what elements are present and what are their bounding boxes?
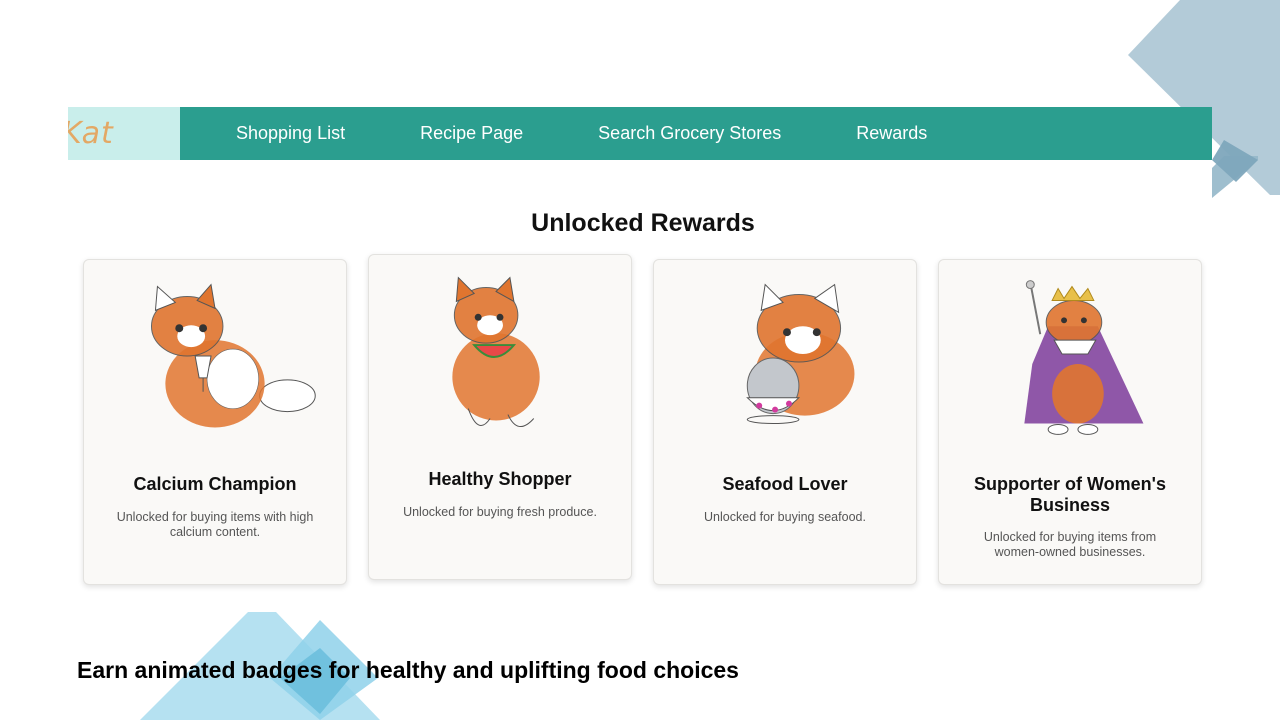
cat-with-milk-glass-icon xyxy=(150,283,316,428)
nav-item-rewards[interactable]: Rewards xyxy=(856,123,927,144)
top-navigation-bar: Kat Shopping List Recipe Page Search Gro… xyxy=(68,107,1212,160)
cat-queen-with-crown-icon xyxy=(1024,280,1144,435)
card-title: Supporter of Women's Business xyxy=(974,474,1166,515)
cat-with-watermelon-icon xyxy=(452,276,540,427)
caption: Earn animated badges for healthy and upl… xyxy=(77,657,739,683)
nav-item-search-grocery-stores[interactable]: Search Grocery Stores xyxy=(598,123,781,144)
reward-card-supporter-of-womens-business[interactable]: Supporter of Women's Business Unlocked f… xyxy=(938,259,1202,585)
page-title: Unlocked Rewards xyxy=(531,209,755,237)
logo[interactable]: Kat xyxy=(68,107,180,160)
nav-item-shopping-list[interactable]: Shopping List xyxy=(236,123,345,144)
nav-item-recipe-page[interactable]: Recipe Page xyxy=(420,123,523,144)
card-title: Calcium Champion xyxy=(133,474,297,494)
card-description: Unlocked for buying items with high calc… xyxy=(116,510,314,539)
cat-with-shaved-ice-icon xyxy=(746,283,855,425)
top-right-decoration xyxy=(1128,0,1280,198)
nav-links: Shopping List Recipe Page Search Grocery… xyxy=(180,123,927,144)
reward-card-calcium-champion[interactable]: Calcium Champion Unlocked for buying ite… xyxy=(83,259,347,585)
card-title: Healthy Shopper xyxy=(428,469,572,489)
card-description: Unlocked for buying seafood. xyxy=(704,510,866,524)
card-title: Seafood Lover xyxy=(722,474,848,494)
reward-card-seafood-lover[interactable]: Seafood Lover Unlocked for buying seafoo… xyxy=(653,259,917,585)
card-description: Unlocked for buying fresh produce. xyxy=(403,505,597,519)
reward-card-healthy-shopper[interactable]: Healthy Shopper Unlocked for buying fres… xyxy=(368,254,632,580)
card-description: Unlocked for buying items from women-own… xyxy=(983,530,1157,559)
logo-text: Kat xyxy=(68,116,114,151)
